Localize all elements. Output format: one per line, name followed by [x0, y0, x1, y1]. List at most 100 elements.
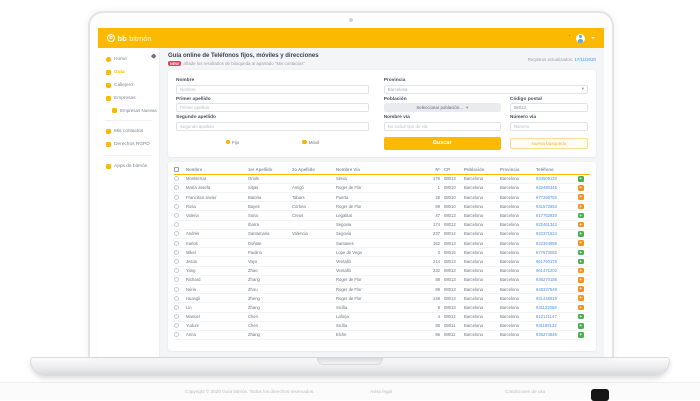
- contact-icon[interactable]: [174, 195, 179, 200]
- contact-icon[interactable]: [174, 287, 179, 292]
- sidebar-item-guia[interactable]: Guía: [98, 66, 159, 79]
- cookie-widget[interactable]: [591, 389, 609, 401]
- nombre-via-label: Nombre vía: [384, 115, 501, 120]
- phone-link[interactable]: 677266792: [536, 195, 578, 200]
- contact-icon[interactable]: [174, 323, 179, 328]
- add-contact-button[interactable]: +: [578, 268, 584, 274]
- add-contact-button[interactable]: +: [578, 323, 584, 329]
- contact-icon[interactable]: [174, 185, 179, 190]
- header-telefono: Teléfono: [536, 167, 578, 172]
- radio-fijo[interactable]: Fijo: [226, 140, 240, 145]
- codigo-postal-input[interactable]: [510, 103, 588, 112]
- footer-link-aviso-legal[interactable]: Aviso legal: [370, 389, 392, 394]
- sidebar-item-apps-bitmon[interactable]: Apps de bitmón: [98, 160, 159, 173]
- contact-icon[interactable]: [174, 268, 179, 273]
- brand-logo[interactable]: b bb bitmón: [107, 34, 152, 43]
- numero-via-input[interactable]: [510, 122, 588, 131]
- sidebar-item-label: Callejero: [114, 83, 133, 88]
- phone-link[interactable]: 932461342: [536, 222, 578, 227]
- contact-icon[interactable]: [174, 277, 179, 282]
- page-footer: Copyright © 2020 Guía bitmón. Todos los …: [0, 382, 700, 400]
- notifications-bell-icon[interactable]: [564, 35, 570, 41]
- phone-link[interactable]: 612121147: [536, 314, 578, 319]
- nombre-via-input[interactable]: [384, 122, 501, 131]
- add-contact-button[interactable]: +: [578, 277, 584, 283]
- contact-icon[interactable]: [174, 332, 179, 337]
- cell-poblacion: Barcelona: [464, 222, 500, 227]
- sidebar-item-derechos-rgpd[interactable]: Derechos RGPD: [98, 138, 159, 151]
- contact-icon[interactable]: [174, 305, 179, 310]
- cell-via: Elche: [336, 332, 428, 337]
- add-contact-button[interactable]: +: [578, 295, 584, 301]
- contact-icon[interactable]: [174, 259, 179, 264]
- radio-móvil[interactable]: Móvil: [302, 140, 319, 145]
- phone-link[interactable]: 932480345: [536, 185, 578, 190]
- cell-poblacion: Barcelona: [464, 213, 500, 218]
- user-avatar[interactable]: [576, 34, 585, 43]
- provincia-select[interactable]: Barcelona ▾: [384, 85, 588, 94]
- search-button[interactable]: Buscar: [384, 137, 501, 150]
- add-contact-button[interactable]: +: [578, 222, 584, 228]
- phone-link[interactable]: 932371524: [536, 231, 578, 236]
- new-search-button[interactable]: Nueva búsqueda: [510, 138, 588, 149]
- contact-icon[interactable]: [174, 241, 179, 246]
- phone-link[interactable]: 661760175: [536, 259, 578, 264]
- sidebar-item-empresas-nuevas[interactable]: Empresas Nuevas: [98, 105, 159, 116]
- sidebar-item-callejero[interactable]: Callejero: [98, 79, 159, 92]
- add-contact-button[interactable]: +: [578, 240, 584, 246]
- sidebar-item-home[interactable]: Home: [98, 53, 159, 66]
- add-contact-button[interactable]: +: [578, 250, 584, 256]
- phone-link[interactable]: 648337548: [536, 287, 578, 292]
- nombre-label: Nombre: [176, 78, 369, 83]
- nombre-input[interactable]: [176, 85, 369, 94]
- cell-apellido1: Ibarra: [248, 222, 292, 227]
- poblacion-select[interactable]: Seleccionar población... ▾: [384, 103, 501, 112]
- phone-link[interactable]: 931446818: [536, 296, 578, 301]
- radio-dot-icon: [226, 140, 231, 145]
- add-contact-button[interactable]: +: [578, 305, 584, 311]
- phone-link[interactable]: 934505132: [536, 176, 578, 181]
- footer-link-condiciones[interactable]: Condiciones de uso: [505, 389, 545, 394]
- phone-link[interactable]: 936270156: [536, 277, 578, 282]
- cell-nombre: Anna: [186, 332, 248, 337]
- phone-link[interactable]: 677573082: [536, 250, 578, 255]
- add-contact-button[interactable]: +: [578, 185, 584, 191]
- company-icon: [106, 96, 111, 101]
- phone-link[interactable]: 931572853: [536, 204, 578, 209]
- phone-link[interactable]: 931132058: [536, 305, 578, 310]
- contact-icon[interactable]: [174, 213, 179, 218]
- sidebar-item-empresas[interactable]: Empresas: [98, 92, 159, 105]
- add-contact-button[interactable]: +: [578, 332, 584, 338]
- add-contact-button[interactable]: +: [578, 213, 584, 219]
- primer-apellido-input[interactable]: [176, 103, 369, 112]
- phone-link[interactable]: 617752920: [536, 213, 578, 218]
- contact-icon[interactable]: [174, 231, 179, 236]
- add-contact-button[interactable]: +: [578, 286, 584, 292]
- phone-link[interactable]: 661471202: [536, 268, 578, 273]
- cell-via: Roger de Flor: [336, 204, 428, 209]
- phone-link[interactable]: 622364988: [536, 241, 578, 246]
- header-apellido2: 2o Apellido: [292, 167, 336, 172]
- phone-link[interactable]: 936274845: [536, 332, 578, 337]
- user-menu-chevron-icon[interactable]: [591, 37, 595, 39]
- contact-icon[interactable]: [174, 250, 179, 255]
- cell-cp: 08013: [444, 259, 464, 264]
- add-contact-button[interactable]: +: [578, 176, 584, 182]
- notification-badge: [568, 34, 571, 37]
- contact-icon[interactable]: [174, 222, 179, 227]
- add-contact-button[interactable]: +: [578, 231, 584, 237]
- contact-icon[interactable]: [174, 176, 179, 181]
- cell-numero: 89: [428, 287, 444, 292]
- add-contact-button[interactable]: +: [578, 194, 584, 200]
- contact-icon[interactable]: [174, 296, 179, 301]
- cell-via: Ventalló: [336, 259, 428, 264]
- add-contact-button[interactable]: +: [578, 259, 584, 265]
- contact-icon[interactable]: [174, 204, 179, 209]
- sidebar-item-mis-contactos[interactable]: Mis contactos: [98, 125, 159, 138]
- add-contact-button[interactable]: +: [578, 314, 584, 320]
- add-contact-button[interactable]: +: [578, 204, 584, 210]
- phone-link[interactable]: 931188132: [536, 323, 578, 328]
- segundo-apellido-input[interactable]: [176, 122, 369, 131]
- contact-icon[interactable]: [174, 314, 179, 319]
- sidebar-item-label: Empresas: [114, 96, 136, 101]
